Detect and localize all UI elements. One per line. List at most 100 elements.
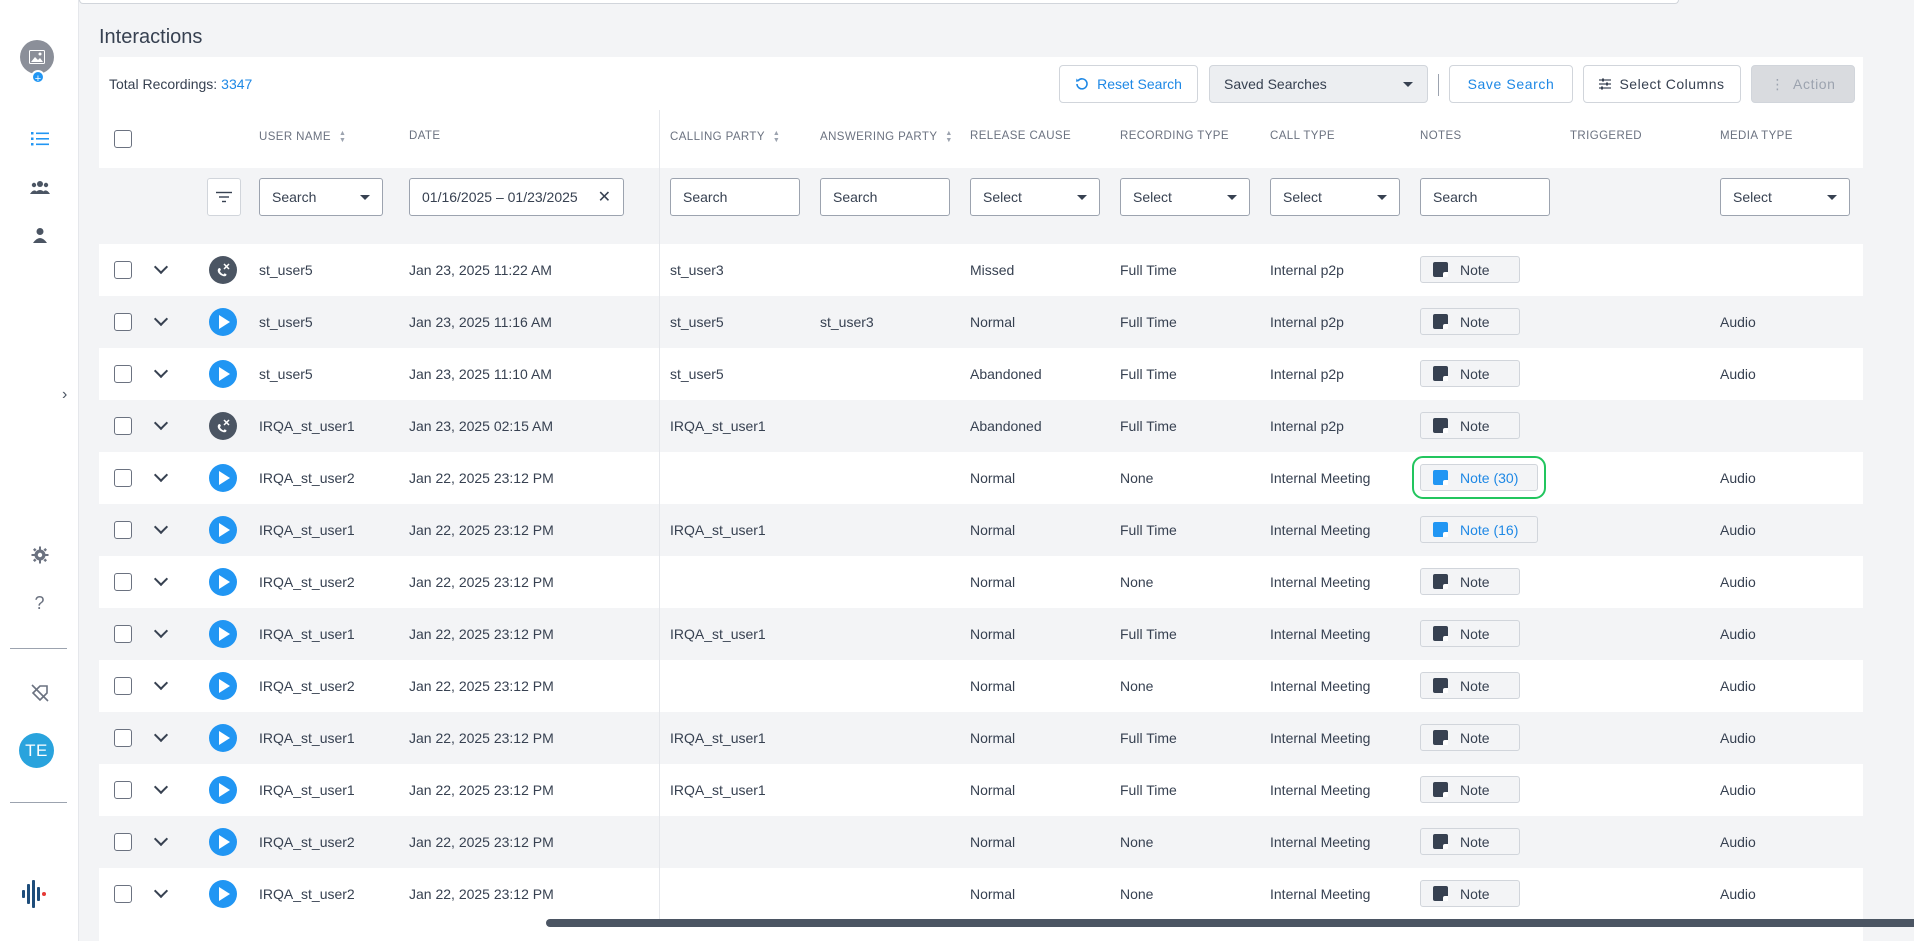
expand-row-chevron-icon[interactable] [153,883,169,899]
play-icon[interactable] [209,724,237,752]
expand-row-chevron-icon[interactable] [153,831,169,847]
col-release-cause[interactable]: RELEASE CAUSE [970,130,1071,142]
reset-search-button[interactable]: Reset Search [1059,65,1198,103]
table-row[interactable]: IRQA_st_user1 Jan 23, 2025 02:15 AM IRQA_s… [99,400,1863,452]
note-button[interactable]: Note [1420,308,1520,335]
col-recording-type[interactable]: RECORDING TYPE [1120,130,1229,142]
row-checkbox[interactable] [114,625,132,643]
nav-users[interactable] [0,224,79,246]
media-type-filter[interactable]: Select [1720,178,1850,216]
col-user-name[interactable]: USER NAME ▲ ▼ [259,130,346,144]
play-icon[interactable] [209,672,237,700]
note-button[interactable]: Note [1420,672,1520,699]
missed-call-icon[interactable] [209,412,237,440]
answering-party-filter[interactable]: Search [820,178,950,216]
play-icon[interactable] [209,464,237,492]
saved-searches-dropdown[interactable]: Saved Searches [1209,65,1428,103]
note-button[interactable]: Note [1420,828,1520,855]
table-row[interactable]: IRQA_st_user2 Jan 22, 2025 23:12 PM Normal… [99,556,1863,608]
clear-date-icon[interactable]: ✕ [598,187,611,207]
row-checkbox[interactable] [114,261,132,279]
expand-row-chevron-icon[interactable] [153,623,169,639]
table-row[interactable]: st_user5 Jan 23, 2025 11:22 AM st_user3 Mis… [99,244,1863,296]
table-row[interactable]: IRQA_st_user1 Jan 22, 2025 23:12 PM IRQA_s… [99,504,1863,556]
play-icon[interactable] [209,776,237,804]
expand-row-chevron-icon[interactable] [153,571,169,587]
play-icon[interactable] [209,308,237,336]
row-checkbox[interactable] [114,417,132,435]
help-icon[interactable]: ? [0,592,79,614]
nav-interactions[interactable] [0,128,79,150]
expand-row-chevron-icon[interactable] [153,259,169,275]
table-row[interactable]: IRQA_st_user2 Jan 22, 2025 23:12 PM Normal… [99,868,1863,920]
action-button[interactable]: ⋮ Action [1751,65,1855,103]
select-columns-button[interactable]: Select Columns [1583,65,1741,103]
expand-row-chevron-icon[interactable] [153,467,169,483]
calling-party-filter[interactable]: Search [670,178,800,216]
col-calling-party[interactable]: CALLING PARTY ▲ ▼ [670,130,780,144]
note-button[interactable]: Note [1420,256,1520,283]
col-media-type[interactable]: MEDIA TYPE [1720,130,1793,142]
nav-groups[interactable] [0,176,79,198]
play-icon[interactable] [209,516,237,544]
global-search-bar[interactable] [79,0,1679,4]
expand-sidebar-chevron-icon[interactable]: › [62,386,67,404]
note-button[interactable]: Note [1420,724,1520,751]
row-checkbox[interactable] [114,781,132,799]
horizontal-scrollbar[interactable] [546,919,1914,927]
note-button[interactable]: Note [1420,880,1520,907]
table-row[interactable]: IRQA_st_user1 Jan 22, 2025 23:12 PM IRQA_s… [99,712,1863,764]
call-type-filter[interactable]: Select [1270,178,1400,216]
row-checkbox[interactable] [114,313,132,331]
table-row[interactable]: IRQA_st_user2 Jan 22, 2025 23:12 PM Normal… [99,660,1863,712]
expand-row-chevron-icon[interactable] [153,779,169,795]
table-row[interactable]: IRQA_st_user2 Jan 22, 2025 23:12 PM Normal… [99,816,1863,868]
expand-row-chevron-icon[interactable] [153,415,169,431]
play-icon[interactable] [209,360,237,388]
col-notes[interactable]: NOTES [1420,130,1462,142]
row-checkbox[interactable] [114,833,132,851]
play-icon[interactable] [209,568,237,596]
note-button[interactable]: Note [1420,568,1520,595]
play-icon[interactable] [209,828,237,856]
add-logo-icon[interactable]: + [31,70,45,85]
recording-type-filter[interactable]: Select [1120,178,1250,216]
play-icon[interactable] [209,620,237,648]
save-search-button[interactable]: Save Search [1449,65,1573,103]
row-checkbox[interactable] [114,677,132,695]
table-row[interactable]: st_user5 Jan 23, 2025 11:16 AM st_user5 st_… [99,296,1863,348]
select-all-checkbox[interactable] [114,130,132,148]
note-button[interactable]: Note [1420,620,1520,647]
col-triggered[interactable]: TRIGGERED [1570,130,1642,142]
play-icon[interactable] [209,880,237,908]
note-button[interactable]: Note (30) [1412,456,1546,499]
expand-row-chevron-icon[interactable] [153,519,169,535]
expand-row-chevron-icon[interactable] [153,675,169,691]
col-date[interactable]: DATE [409,130,440,142]
expand-row-chevron-icon[interactable] [153,727,169,743]
table-row[interactable]: IRQA_st_user1 Jan 22, 2025 23:12 PM IRQA_s… [99,764,1863,816]
col-answering-party[interactable]: ANSWERING PARTY ▲ ▼ [820,130,953,144]
table-row[interactable]: IRQA_st_user1 Jan 22, 2025 23:12 PM IRQA_s… [99,608,1863,660]
row-checkbox[interactable] [114,729,132,747]
table-row[interactable]: IRQA_st_user2 Jan 22, 2025 23:12 PM Normal… [99,452,1863,504]
row-checkbox[interactable] [114,573,132,591]
date-range-filter[interactable]: 01/16/2025 – 01/23/2025 ✕ [409,178,624,216]
row-checkbox[interactable] [114,365,132,383]
nav-settings[interactable] [0,544,79,566]
missed-call-icon[interactable] [209,256,237,284]
table-row[interactable]: st_user5 Jan 23, 2025 11:10 AM st_user5 Aba… [99,348,1863,400]
user-avatar[interactable]: TE [19,733,54,768]
notes-filter[interactable]: Search [1420,178,1550,216]
filter-toggle-button[interactable] [207,178,241,216]
note-button[interactable]: Note (16) [1420,516,1538,543]
org-logo-placeholder[interactable] [20,40,54,74]
expand-row-chevron-icon[interactable] [153,363,169,379]
note-button[interactable]: Note [1420,360,1520,387]
row-checkbox[interactable] [114,521,132,539]
col-call-type[interactable]: CALL TYPE [1270,130,1335,142]
expand-row-chevron-icon[interactable] [153,311,169,327]
nav-offline[interactable] [0,682,79,704]
row-checkbox[interactable] [114,469,132,487]
user-name-filter[interactable]: Search [259,178,383,216]
